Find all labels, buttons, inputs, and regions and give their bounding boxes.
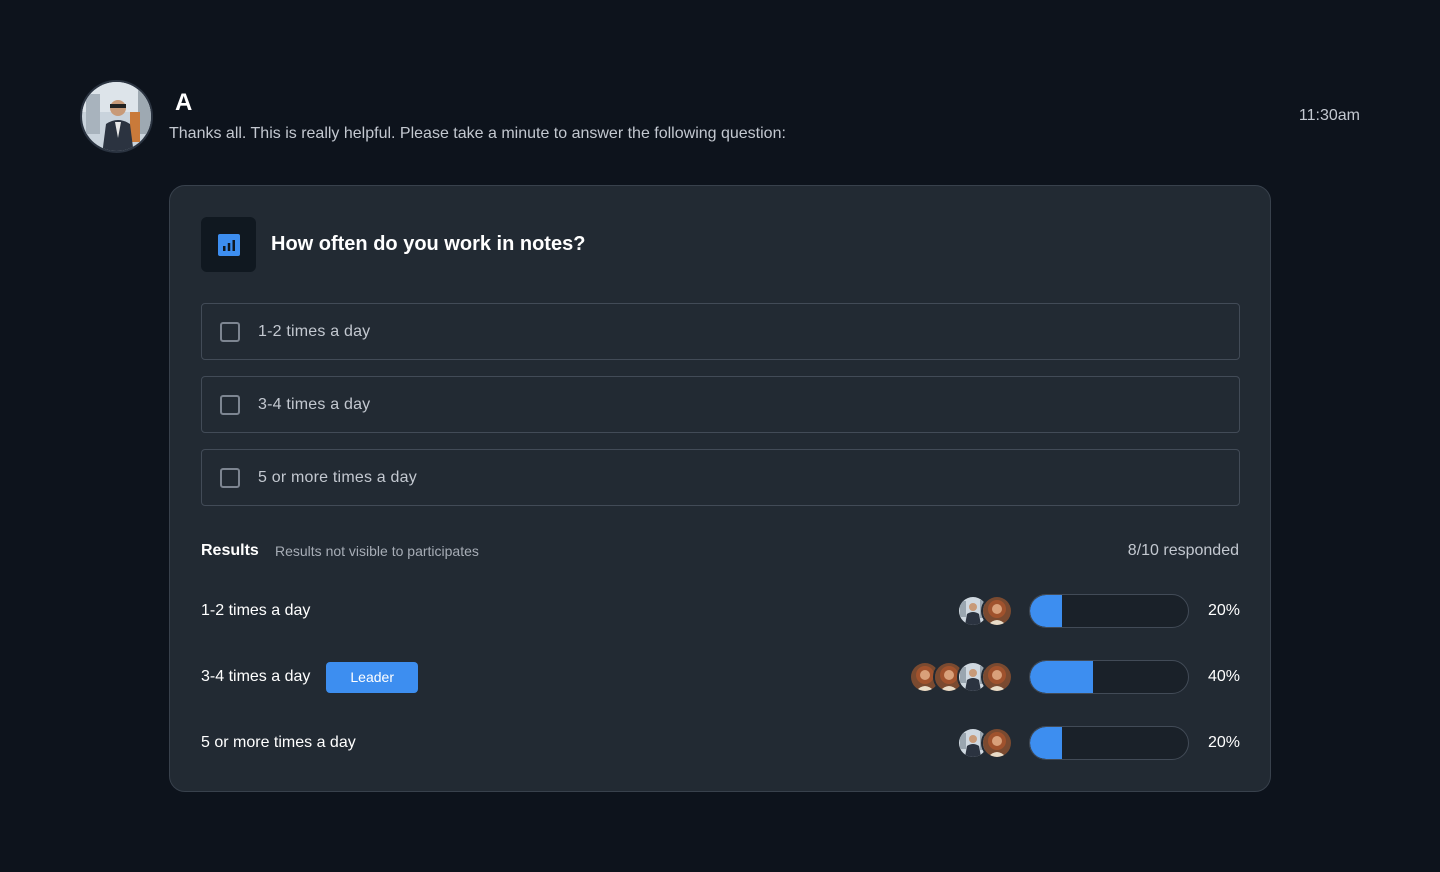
result-percent: 20% (1207, 602, 1240, 619)
result-stats: 20% (957, 594, 1240, 628)
result-stats: 20% (957, 726, 1240, 760)
results-visibility-note: Results not visible to participates (275, 543, 479, 559)
poll-icon-container (201, 217, 256, 272)
voter-avatars (909, 661, 1013, 693)
result-bar-fill (1030, 595, 1062, 627)
result-bar (1029, 660, 1189, 694)
result-row: 3-4 times a day Leader 40% (201, 660, 1240, 694)
option-label: 1-2 times a day (258, 322, 371, 340)
man-avatar-image (82, 82, 151, 151)
voter-avatar-woman (981, 727, 1013, 759)
results-title: Results (201, 542, 259, 559)
voter-avatar-woman (981, 661, 1013, 693)
poll-card: How often do you work in notes? 1-2 time… (169, 185, 1271, 792)
result-bar-fill (1030, 661, 1094, 693)
poll-option[interactable]: 1-2 times a day (201, 303, 1240, 360)
result-label: 5 or more times a day (201, 734, 356, 751)
sender-name: A (175, 89, 193, 116)
sender-avatar[interactable] (80, 80, 153, 153)
result-label: 1-2 times a day (201, 602, 311, 619)
result-bar-fill (1030, 727, 1062, 759)
message-text: Thanks all. This is really helpful. Plea… (169, 125, 786, 142)
voter-avatar-woman (981, 595, 1013, 627)
result-row: 5 or more times a day 20% (201, 726, 1240, 760)
voter-avatars (957, 595, 1013, 627)
chat-message: A Thanks all. This is really helpful. Pl… (0, 0, 1440, 872)
option-checkbox[interactable] (220, 394, 240, 415)
responded-count: 8/10 responded (1127, 542, 1239, 559)
result-percent: 20% (1207, 734, 1240, 751)
poll-option[interactable]: 3-4 times a day (201, 376, 1240, 433)
result-bar (1029, 726, 1189, 760)
option-label: 5 or more times a day (258, 468, 417, 486)
option-checkbox[interactable] (220, 467, 240, 488)
result-bar (1029, 594, 1189, 628)
voter-avatars (957, 727, 1013, 759)
poll-question: How often do you work in notes? (271, 233, 586, 255)
leader-badge: Leader (326, 661, 418, 693)
result-percent: 40% (1207, 668, 1240, 685)
result-row: 1-2 times a day 20% (201, 594, 1240, 628)
bar-chart-icon (217, 233, 240, 256)
option-checkbox[interactable] (220, 321, 240, 342)
poll-option[interactable]: 5 or more times a day (201, 449, 1240, 506)
option-label: 3-4 times a day (258, 395, 371, 413)
result-stats: 40% (909, 660, 1240, 694)
result-label: 3-4 times a day (201, 668, 311, 685)
message-timestamp: 11:30am (1298, 107, 1360, 124)
